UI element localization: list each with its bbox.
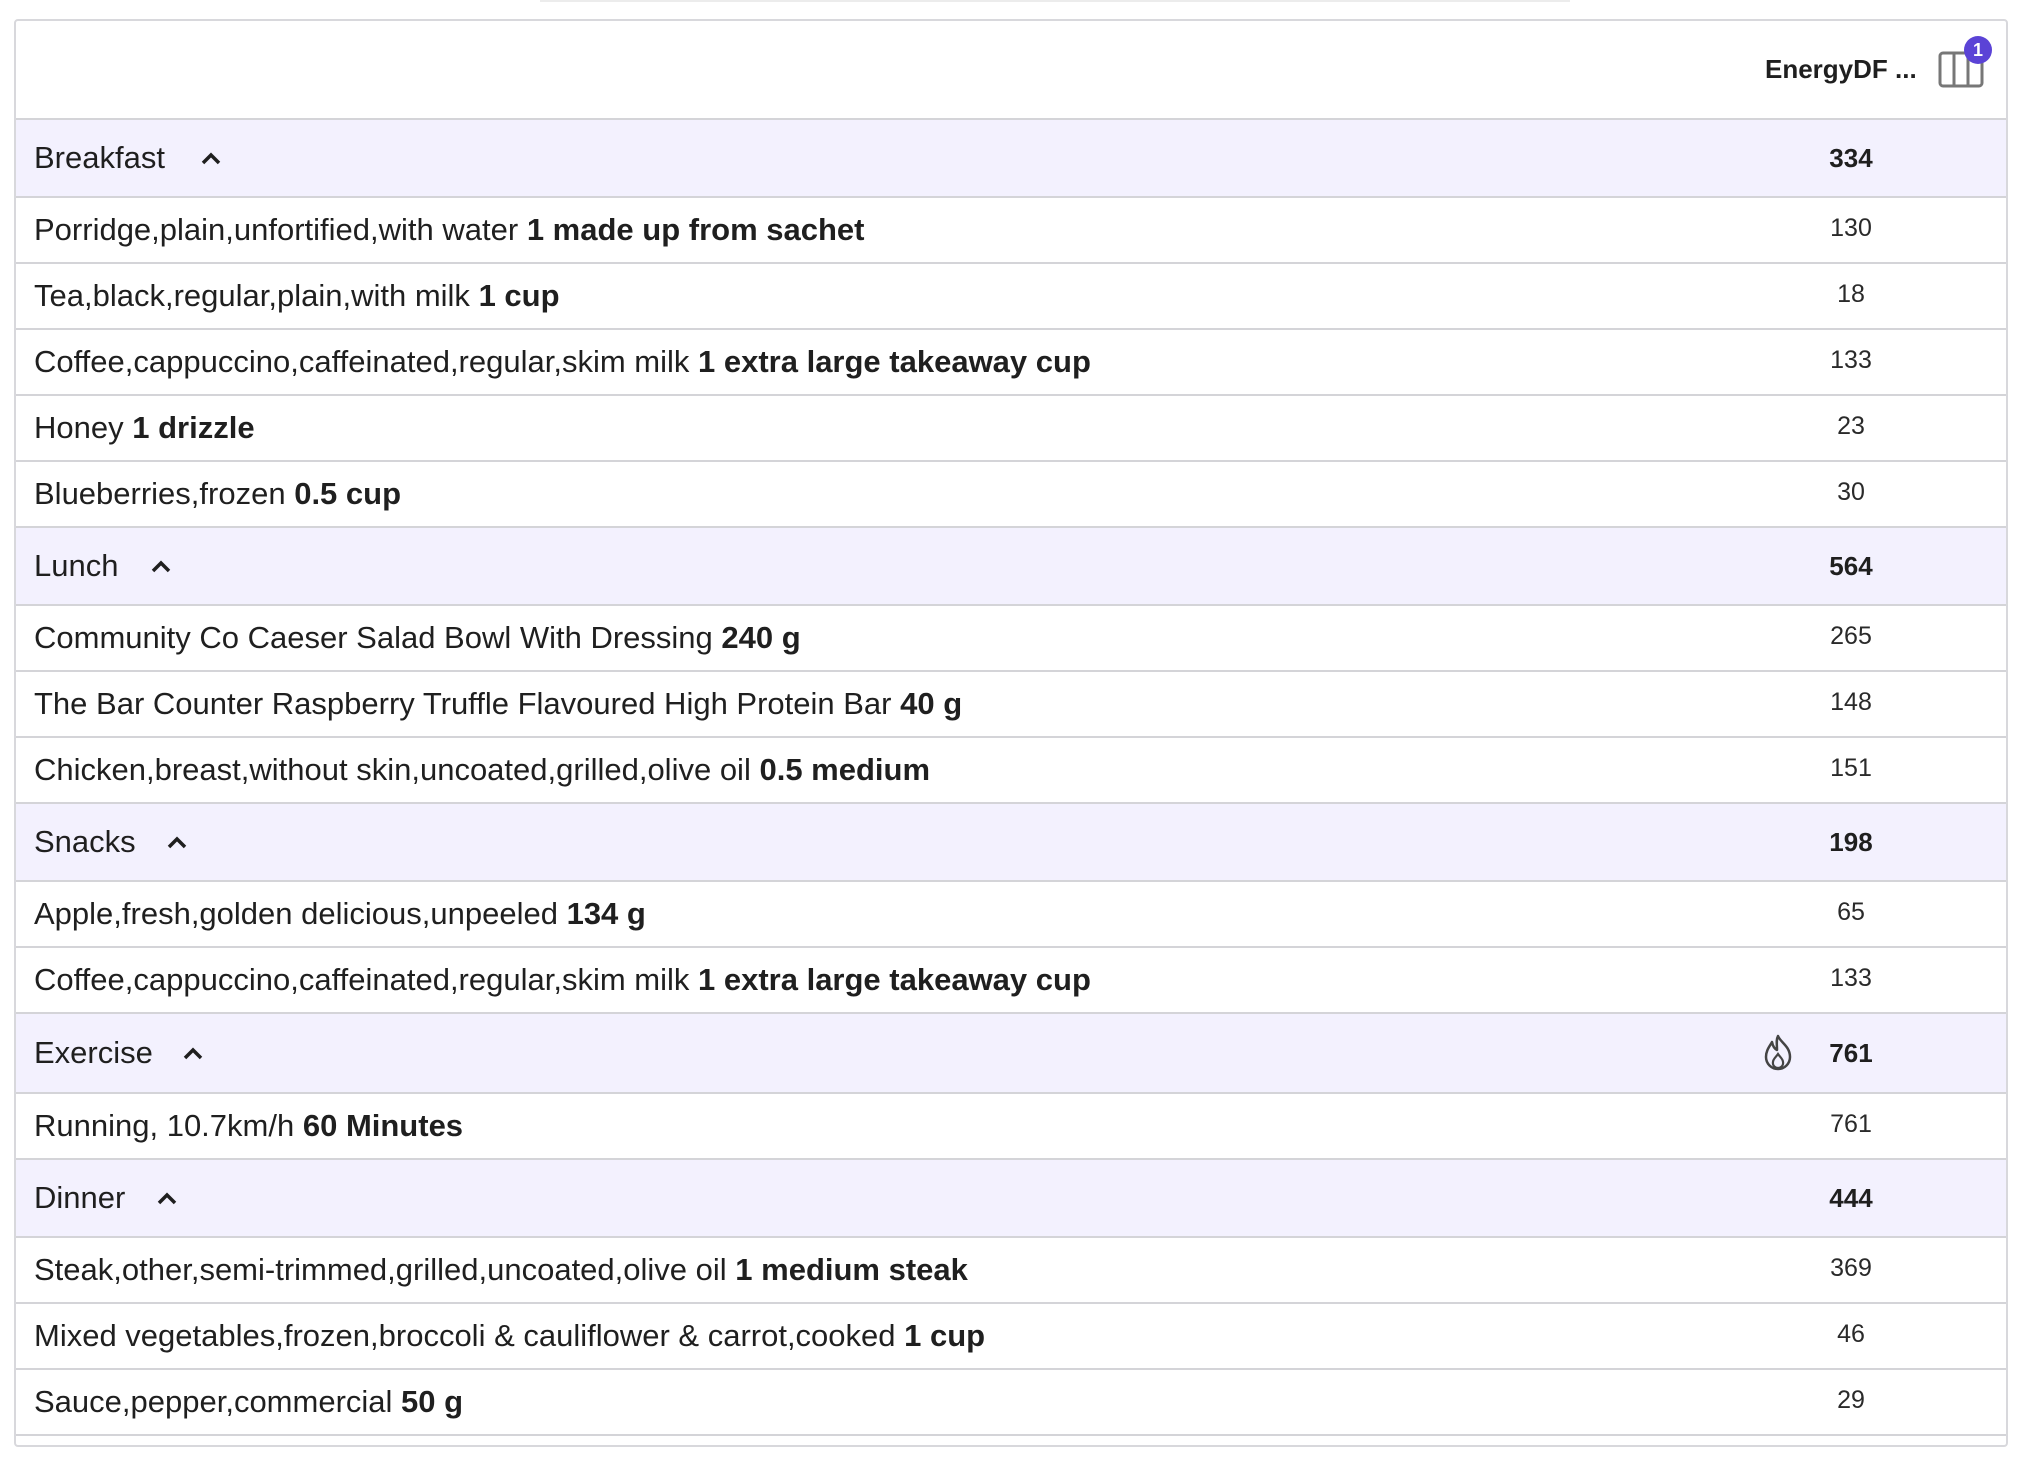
list-item[interactable]: Running, 10.7km/h 60 Minutes 761 bbox=[16, 1094, 2006, 1160]
food-label: Blueberries,frozen 0.5 cup bbox=[34, 476, 402, 511]
energy-value: 18 bbox=[1837, 280, 1865, 308]
group-total: 564 bbox=[1829, 551, 1873, 581]
food-label: Steak,other,semi-trimmed,grilled,uncoate… bbox=[34, 1252, 968, 1287]
group-row-exercise[interactable]: Exercise 761 bbox=[16, 1014, 2006, 1094]
food-label: Porridge,plain,unfortified,with water 1 … bbox=[34, 212, 865, 247]
chevron-up-icon[interactable] bbox=[178, 1039, 208, 1069]
group-row-snacks[interactable]: Snacks 198 bbox=[16, 804, 2006, 882]
list-item[interactable]: Sauce,pepper,commercial 50 g 29 bbox=[16, 1370, 2006, 1436]
energy-value: 23 bbox=[1837, 412, 1865, 440]
energy-value: 265 bbox=[1830, 622, 1872, 650]
energy-value: 46 bbox=[1837, 1320, 1865, 1348]
group-total: 444 bbox=[1829, 1183, 1873, 1213]
group-name: Dinner bbox=[34, 1180, 126, 1215]
energy-value: 151 bbox=[1830, 754, 1872, 782]
food-label: Apple,fresh,golden delicious,unpeeled 13… bbox=[34, 896, 646, 931]
top-divider bbox=[540, 0, 1570, 2]
list-item[interactable]: Honey 1 drizzle 23 bbox=[16, 396, 2006, 462]
energy-value: 148 bbox=[1830, 688, 1872, 716]
energy-column-header[interactable]: EnergyDF ... bbox=[1765, 21, 1925, 118]
list-item[interactable]: Blueberries,frozen 0.5 cup 30 bbox=[16, 462, 2006, 528]
group-row-lunch[interactable]: Lunch 564 bbox=[16, 528, 2006, 606]
group-name: Lunch bbox=[34, 548, 119, 583]
energy-value: 369 bbox=[1830, 1254, 1872, 1282]
chevron-up-icon[interactable] bbox=[196, 144, 226, 174]
list-item[interactable]: Coffee,cappuccino,caffeinated,regular,sk… bbox=[16, 948, 2006, 1014]
table-header: EnergyDF ... 1 bbox=[16, 21, 2006, 120]
diary-table: EnergyDF ... 1 Breakfast 334 Porridge,pl… bbox=[14, 19, 2008, 1447]
group-total: 761 bbox=[1829, 1038, 1873, 1068]
food-label: Chicken,breast,without skin,uncoated,gri… bbox=[34, 752, 931, 787]
chevron-up-icon[interactable] bbox=[162, 828, 192, 858]
energy-value: 133 bbox=[1830, 964, 1872, 992]
food-label: Coffee,cappuccino,caffeinated,regular,sk… bbox=[34, 344, 1091, 379]
energy-value: 29 bbox=[1837, 1386, 1865, 1414]
list-item[interactable]: Community Co Caeser Salad Bowl With Dres… bbox=[16, 606, 2006, 672]
chevron-up-icon[interactable] bbox=[152, 1184, 182, 1214]
food-label: Running, 10.7km/h 60 Minutes bbox=[34, 1108, 464, 1143]
list-item[interactable]: Coffee,cappuccino,caffeinated,regular,sk… bbox=[16, 330, 2006, 396]
food-label: Mixed vegetables,frozen,broccoli & cauli… bbox=[34, 1318, 986, 1353]
chevron-up-icon[interactable] bbox=[146, 552, 176, 582]
list-item[interactable]: Porridge,plain,unfortified,with water 1 … bbox=[16, 198, 2006, 264]
energy-value: 761 bbox=[1830, 1110, 1872, 1138]
group-total: 198 bbox=[1829, 827, 1873, 857]
group-name: Exercise bbox=[34, 1035, 153, 1070]
food-label: Honey 1 drizzle bbox=[34, 410, 255, 445]
list-item[interactable]: Apple,fresh,golden delicious,unpeeled 13… bbox=[16, 882, 2006, 948]
list-item[interactable]: Mixed vegetables,frozen,broccoli & cauli… bbox=[16, 1304, 2006, 1370]
food-label: Community Co Caeser Salad Bowl With Dres… bbox=[34, 620, 801, 655]
group-name: Snacks bbox=[34, 824, 136, 859]
energy-value: 130 bbox=[1830, 214, 1872, 242]
energy-value: 133 bbox=[1830, 346, 1872, 374]
group-name: Breakfast bbox=[34, 140, 165, 175]
list-item[interactable]: Steak,other,semi-trimmed,grilled,uncoate… bbox=[16, 1238, 2006, 1304]
group-row-breakfast[interactable]: Breakfast 334 bbox=[16, 120, 2006, 198]
food-label: Sauce,pepper,commercial 50 g bbox=[34, 1384, 464, 1419]
energy-value: 30 bbox=[1837, 478, 1865, 506]
list-item[interactable]: Tea,black,regular,plain,with milk 1 cup 1… bbox=[16, 264, 2006, 330]
food-label: The Bar Counter Raspberry Truffle Flavou… bbox=[34, 686, 963, 721]
energy-value: 65 bbox=[1837, 898, 1865, 926]
list-item[interactable]: Chicken,breast,without skin,uncoated,gri… bbox=[16, 738, 2006, 804]
columns-badge: 1 bbox=[1964, 36, 1992, 64]
list-item[interactable]: The Bar Counter Raspberry Truffle Flavou… bbox=[16, 672, 2006, 738]
food-label: Tea,black,regular,plain,with milk 1 cup bbox=[34, 278, 560, 313]
group-total: 334 bbox=[1829, 143, 1873, 173]
food-label: Coffee,cappuccino,caffeinated,regular,sk… bbox=[34, 962, 1091, 997]
group-row-dinner[interactable]: Dinner 444 bbox=[16, 1160, 2006, 1238]
